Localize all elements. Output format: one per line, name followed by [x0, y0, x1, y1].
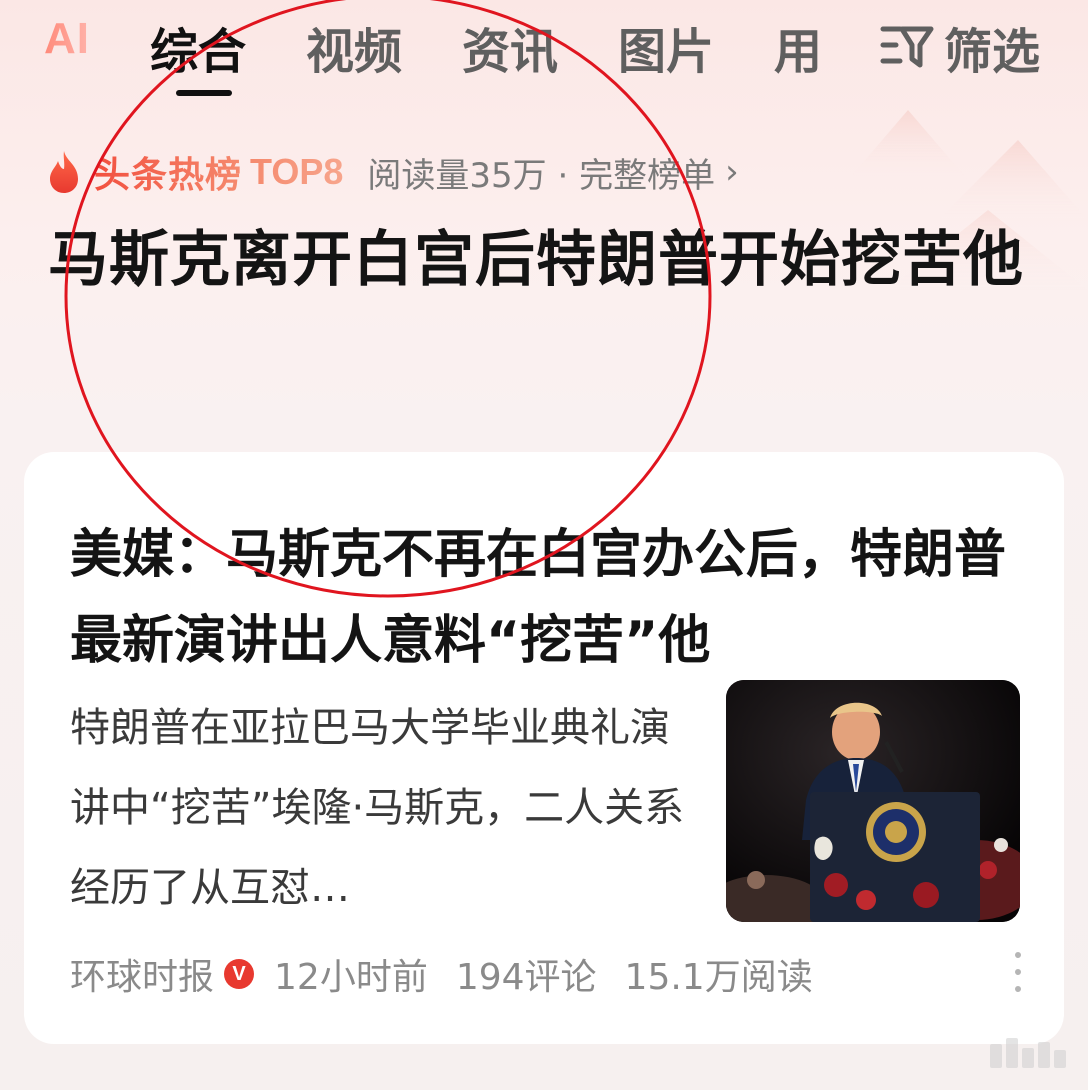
chevron-right-icon: ›: [725, 152, 739, 192]
tab-news[interactable]: 资讯: [462, 12, 558, 82]
search-tab-bar: AI 综合 视频 资讯 图片 用 筛选: [0, 0, 1088, 110]
flame-icon: [50, 151, 78, 193]
article-summary: 特朗普在亚拉巴马大学毕业典礼演讲中“挖苦”埃隆·马斯克，二人关系经历了从互怼…: [70, 705, 685, 911]
filter-button[interactable]: 筛选: [880, 12, 1040, 82]
verified-badge-icon: V: [224, 959, 255, 989]
speaker-podium-photo: [726, 680, 1020, 922]
source-name[interactable]: 环球时报: [70, 948, 214, 1000]
hot-list-entry[interactable]: 头条热榜 TOP8 阅读量35万 · 完整榜单 ›: [44, 146, 739, 198]
read-count: 15.1万阅读: [624, 957, 813, 998]
more-dots-icon[interactable]: [1008, 952, 1028, 992]
filter-funnel-icon: [880, 26, 934, 68]
active-tab-indicator: [176, 90, 232, 96]
article-meta: 环球时报 V 12小时前 194评论 15.1万阅读: [70, 948, 813, 1000]
filter-label: 筛选: [943, 24, 1040, 80]
tab-images[interactable]: 图片: [618, 12, 714, 82]
news-card[interactable]: 美媒：马斯克不再在白宫办公后，特朗普最新演讲出人意料“挖苦”他 特朗普在亚拉巴马…: [24, 452, 1064, 1044]
tab-ai[interactable]: AI: [44, 14, 90, 64]
article-title[interactable]: 美媒：马斯克不再在白宫办公后，特朗普最新演讲出人意料“挖苦”他: [70, 512, 1030, 684]
watermark-bars: [990, 1038, 1066, 1068]
comment-count: 194评论: [455, 957, 597, 998]
tab-video[interactable]: 视频: [306, 12, 402, 82]
hot-topic-headline[interactable]: 马斯克离开白宫后特朗普开始挖苦他: [48, 220, 1048, 300]
hot-list-rank: TOP8: [250, 151, 344, 192]
hot-list-meta: 阅读量35万 · 完整榜单: [367, 155, 716, 196]
tab-users[interactable]: 用: [774, 12, 822, 82]
publish-time: 12小时前: [274, 957, 428, 998]
article-thumbnail[interactable]: [726, 680, 1020, 922]
tab-comprehensive[interactable]: 综合: [150, 12, 246, 82]
hot-list-label: 头条热榜: [94, 146, 242, 198]
